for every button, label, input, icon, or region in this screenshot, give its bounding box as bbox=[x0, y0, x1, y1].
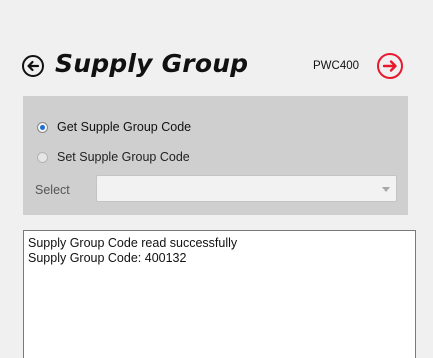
back-button[interactable] bbox=[22, 55, 44, 77]
output-log[interactable]: Supply Group Code read successfully Supp… bbox=[23, 230, 416, 358]
arrow-left-circle-icon bbox=[27, 60, 40, 72]
next-button[interactable] bbox=[377, 53, 403, 79]
output-line: Supply Group Code: 400132 bbox=[28, 251, 187, 265]
select-label: Select bbox=[35, 183, 70, 197]
get-code-label: Get Supple Group Code bbox=[57, 120, 192, 134]
get-code-radio-option[interactable]: Get Supple Group Code bbox=[37, 120, 191, 134]
page-title: Supply Group bbox=[55, 49, 249, 78]
model-label: PWC400 bbox=[313, 60, 360, 72]
output-line: Supply Group Code read successfully bbox=[28, 236, 238, 250]
arrow-right-circle-icon bbox=[382, 60, 397, 72]
set-code-radio-option[interactable]: Set Supple Group Code bbox=[37, 150, 190, 164]
header: Supply Group PWC400 bbox=[0, 0, 433, 96]
set-code-label: Set Supple Group Code bbox=[57, 150, 190, 164]
set-code-radio[interactable] bbox=[37, 151, 48, 163]
get-code-radio[interactable] bbox=[37, 121, 48, 133]
chevron-down-icon bbox=[382, 187, 390, 192]
select-dropdown[interactable] bbox=[96, 175, 397, 202]
options-panel: Get Supple Group Code Set Supple Group C… bbox=[23, 96, 408, 215]
